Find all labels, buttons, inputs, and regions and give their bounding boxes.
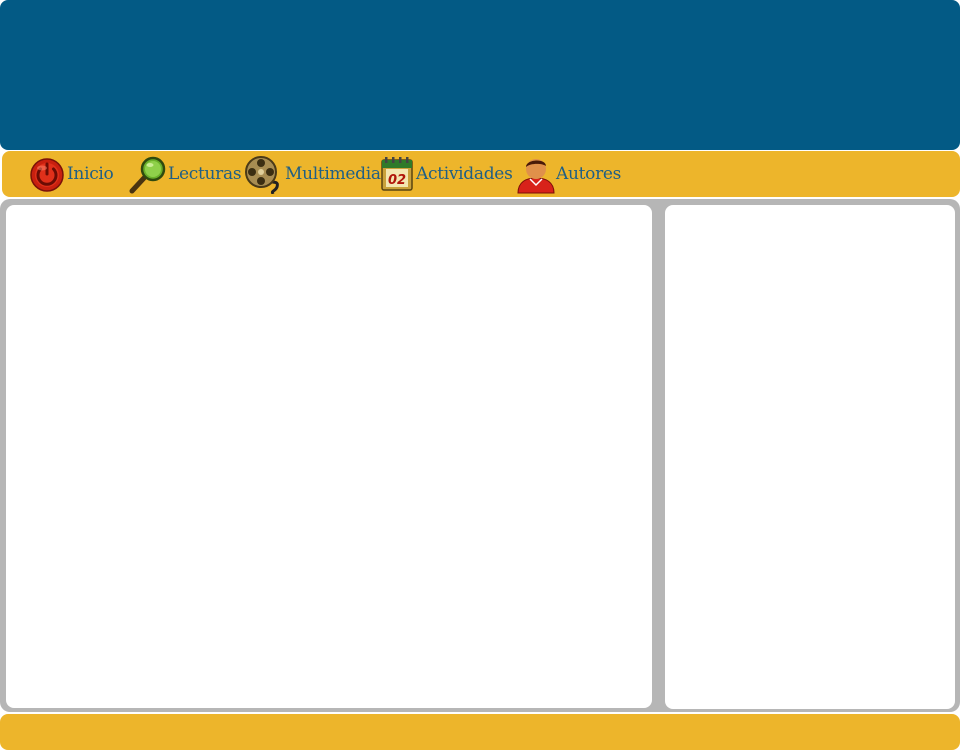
- nav-item-inicio[interactable]: Inicio: [27, 151, 114, 197]
- main-navbar: Inicio Lecturas Multimedia 02 Actividade…: [2, 151, 960, 197]
- magnifier-icon: [128, 154, 168, 194]
- footer-bar: [0, 714, 960, 750]
- nav-item-multimedia[interactable]: Multimedia: [243, 151, 381, 197]
- user-icon: [516, 154, 556, 194]
- nav-item-actividades[interactable]: 02 Actividades: [380, 151, 513, 197]
- main-content-panel: [6, 205, 652, 708]
- nav-label-actividades: Actividades: [416, 164, 513, 184]
- power-icon: [27, 154, 67, 194]
- nav-label-autores: Autores: [556, 164, 622, 184]
- calendar-day-text: 02: [388, 173, 406, 188]
- sidebar-panel: [665, 205, 955, 709]
- nav-label-multimedia: Multimedia: [285, 164, 381, 184]
- nav-label-lecturas: Lecturas: [168, 164, 242, 184]
- nav-item-autores[interactable]: Autores: [516, 151, 621, 197]
- film-reel-icon: [243, 154, 285, 194]
- calendar-icon: 02: [380, 154, 416, 194]
- nav-label-inicio: Inicio: [67, 164, 114, 184]
- header-banner: [0, 0, 960, 150]
- nav-item-lecturas[interactable]: Lecturas: [128, 151, 242, 197]
